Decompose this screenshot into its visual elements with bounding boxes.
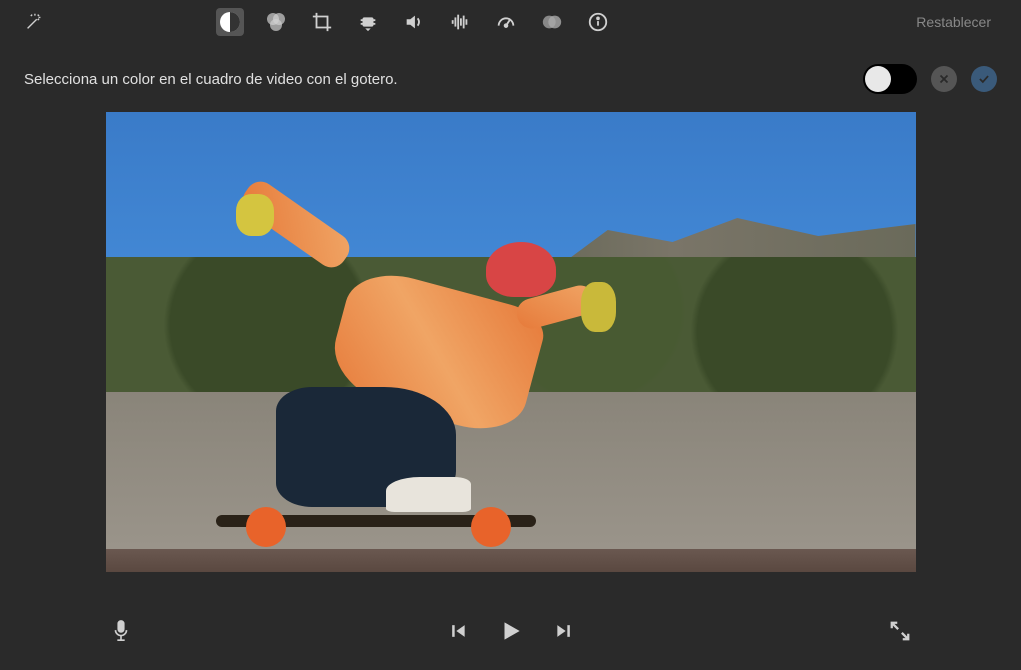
filter-icon[interactable] (538, 8, 566, 36)
playback-bar (0, 608, 1021, 658)
microphone-button[interactable] (110, 618, 132, 649)
speed-icon[interactable] (492, 8, 520, 36)
color-correction-icon[interactable] (262, 8, 290, 36)
toolbar-center-group (216, 8, 612, 36)
previous-frame-button[interactable] (448, 621, 468, 646)
confirm-button[interactable] (971, 66, 997, 92)
toggle-knob (865, 66, 891, 92)
fullscreen-button[interactable] (889, 620, 911, 647)
stabilization-icon[interactable] (354, 8, 382, 36)
adjustment-toolbar: Restablecer (0, 0, 1021, 44)
reset-button[interactable]: Restablecer (906, 10, 1001, 34)
playback-controls (448, 618, 574, 649)
magic-wand-icon[interactable] (20, 8, 48, 36)
preview-subject-skateboarder (186, 172, 606, 552)
color-balance-icon[interactable] (216, 8, 244, 36)
instruction-text: Selecciona un color en el cuadro de vide… (24, 71, 847, 88)
next-frame-button[interactable] (554, 621, 574, 646)
instruction-bar: Selecciona un color en el cuadro de vide… (0, 44, 1021, 104)
cancel-button[interactable] (931, 66, 957, 92)
effect-toggle[interactable] (863, 64, 917, 94)
toolbar-left-group (20, 8, 48, 36)
video-preview[interactable] (106, 112, 916, 572)
volume-icon[interactable] (400, 8, 428, 36)
crop-icon[interactable] (308, 8, 336, 36)
info-icon[interactable] (584, 8, 612, 36)
effect-controls (863, 64, 997, 94)
play-button[interactable] (498, 618, 524, 649)
noise-reduction-icon[interactable] (446, 8, 474, 36)
toolbar-right-group: Restablecer (906, 10, 1001, 34)
